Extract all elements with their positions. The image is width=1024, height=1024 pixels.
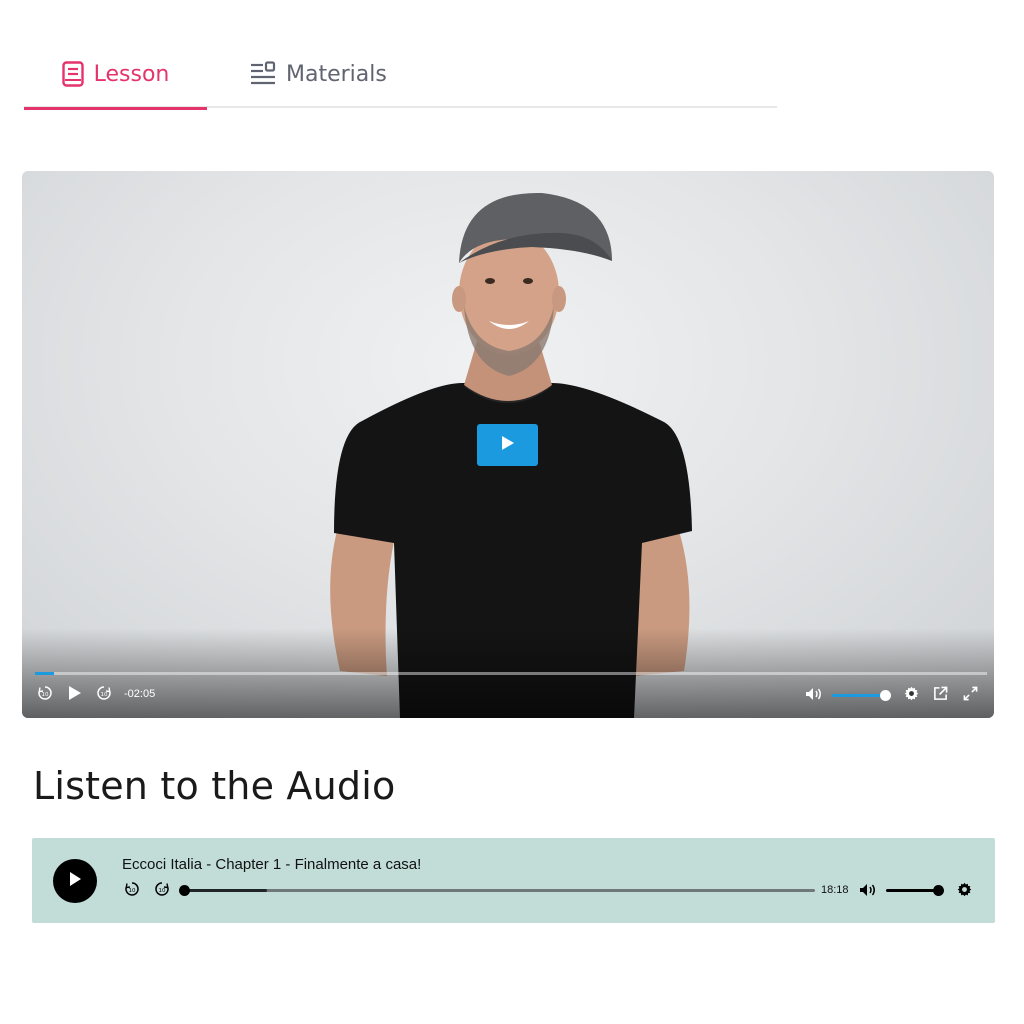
video-small-play-button[interactable] — [65, 684, 85, 706]
rewind-10-icon: 10 — [37, 685, 53, 705]
tab-lesson[interactable]: Lesson — [24, 40, 207, 110]
tab-lesson-label: Lesson — [93, 61, 170, 87]
video-popout-button[interactable] — [930, 684, 950, 706]
svg-text:10: 10 — [129, 888, 136, 894]
video-progress-bar[interactable] — [35, 672, 987, 675]
video-fullscreen-button[interactable] — [960, 684, 980, 706]
video-play-button[interactable] — [477, 424, 538, 466]
volume-icon — [805, 686, 823, 705]
audio-play-button[interactable] — [53, 859, 97, 903]
audio-buffered-fill — [185, 889, 267, 892]
rewind-10-button[interactable]: 10 — [35, 684, 55, 706]
external-link-icon — [933, 686, 948, 705]
list-icon — [250, 61, 276, 87]
audio-duration: 18:18 — [821, 884, 849, 896]
audio-mute-button[interactable] — [858, 881, 878, 901]
video-time-remaining: -02:05 — [124, 688, 156, 700]
tab-bar: Lesson Materials — [24, 40, 777, 110]
forward-10-icon: 10 — [154, 881, 170, 901]
video-volume-thumb[interactable] — [880, 690, 891, 701]
play-icon — [501, 435, 515, 455]
audio-settings-button[interactable] — [954, 881, 974, 901]
svg-text:10: 10 — [42, 692, 49, 698]
audio-volume-slider[interactable] — [886, 889, 938, 892]
forward-10-button[interactable]: 10 — [94, 684, 114, 706]
audio-progress-thumb[interactable] — [179, 885, 190, 896]
video-volume-slider[interactable] — [832, 694, 884, 697]
gear-icon — [957, 882, 972, 901]
section-title: Listen to the Audio — [33, 764, 396, 808]
audio-rewind-10-button[interactable]: 10 — [122, 881, 142, 901]
svg-text:10: 10 — [101, 692, 108, 698]
audio-player: Eccoci Italia - Chapter 1 - Finalmente a… — [32, 838, 995, 923]
gear-icon — [904, 686, 919, 705]
video-mute-button[interactable] — [804, 684, 824, 706]
video-player[interactable]: 10 10 -02:05 — [22, 171, 994, 718]
play-icon — [68, 871, 82, 891]
book-icon — [61, 61, 84, 87]
tab-materials-label: Materials — [286, 61, 387, 87]
tab-materials[interactable]: Materials — [250, 40, 387, 108]
play-icon — [68, 685, 82, 705]
audio-forward-10-button[interactable]: 10 — [152, 881, 172, 901]
video-settings-button[interactable] — [901, 684, 921, 706]
audio-progress-bar[interactable] — [185, 889, 815, 892]
video-progress-fill — [35, 672, 55, 675]
rewind-10-icon: 10 — [124, 881, 140, 901]
audio-volume-thumb[interactable] — [933, 885, 944, 896]
audio-title: Eccoci Italia - Chapter 1 - Finalmente a… — [122, 856, 422, 873]
volume-icon — [859, 882, 877, 901]
forward-10-icon: 10 — [96, 685, 112, 705]
svg-text:10: 10 — [159, 888, 166, 894]
fullscreen-icon — [963, 686, 978, 705]
